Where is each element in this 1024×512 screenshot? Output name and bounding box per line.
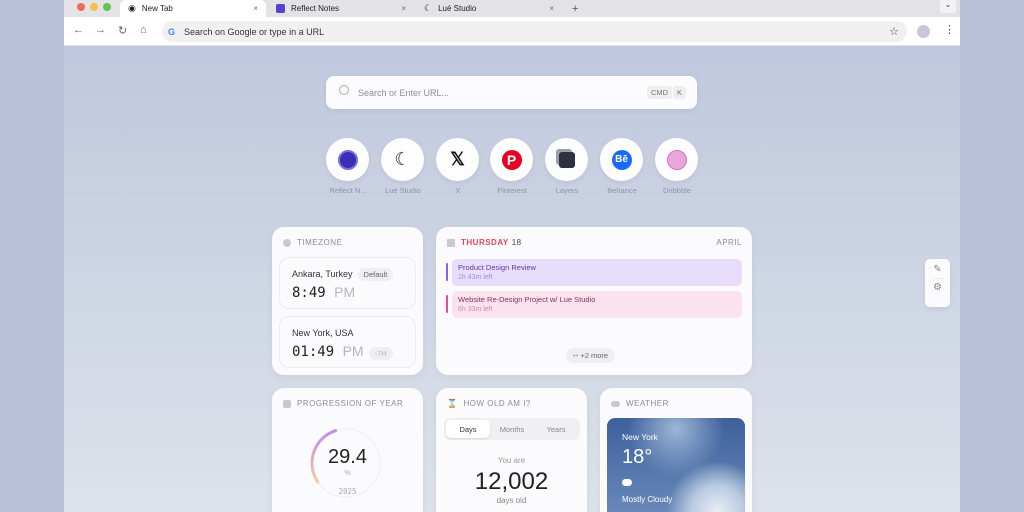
tab-search-chevron-icon[interactable]: ⌄ (940, 0, 956, 13)
moon-icon: ☾ (394, 149, 411, 169)
home-icon[interactable]: ⌂ (140, 24, 147, 36)
toolbar: ← → ↻ ⌂ G Search on Google or type in a U… (64, 17, 960, 46)
tab-months[interactable]: Months (490, 420, 534, 438)
back-icon[interactable]: ← (73, 24, 84, 36)
edit-icon[interactable]: ✎ (925, 264, 950, 275)
timezone-widget: TIMEZONE Ankara, Turkey Default 8:49 PM N… (272, 227, 423, 375)
bookmark-star-icon[interactable]: ☆ (889, 25, 899, 38)
kbd-k: K (673, 86, 687, 99)
search-input[interactable]: Search or Enter URL... CMD K (326, 76, 697, 109)
forward-icon[interactable]: → (95, 24, 106, 36)
behance-icon: Bē (611, 149, 632, 170)
calendar-event[interactable]: Website Re-Design Project w/ Lue Studio 6… (446, 291, 742, 318)
close-tab-icon[interactable]: × (253, 4, 258, 13)
more-menu-icon[interactable]: ⋮ (944, 23, 955, 36)
x-icon: 𝕏 (450, 149, 465, 169)
google-icon: G (168, 26, 176, 37)
calendar-progress-icon (283, 399, 291, 408)
tab-days[interactable]: Days (446, 420, 490, 438)
age-suffix: days old (496, 496, 527, 505)
shortcut-behance[interactable]: Bē Behance (600, 138, 644, 195)
year-progress-widget: PROGRESSION OF YEAR 29.4 % 2025 (272, 388, 423, 512)
weather-card[interactable]: New York 18° Mostly Cloudy (607, 418, 745, 512)
new-tab-button[interactable]: + (564, 0, 586, 17)
reload-icon[interactable]: ↻ (118, 24, 127, 37)
shortcut-x[interactable]: 𝕏X (436, 138, 480, 195)
shortcut-layers[interactable]: Layers (545, 138, 589, 195)
address-bar[interactable]: G Search on Google or type in a URL ☆ (162, 21, 907, 42)
hourglass-icon: ⌛ (447, 399, 458, 408)
reflect-icon (337, 149, 358, 170)
close-window-button[interactable] (77, 3, 85, 11)
shortcut-dribbble[interactable]: Dribbble (655, 138, 699, 195)
search-icon (339, 85, 349, 95)
profile-avatar[interactable] (917, 25, 930, 38)
timezone-new-york[interactable]: New York, USA 01:49 PM -7H (279, 316, 416, 368)
moon-icon: ☾ (424, 3, 433, 13)
age-widget: ⌛ HOW OLD AM I? Days Months Years You are… (436, 388, 587, 512)
layers-icon (558, 151, 575, 168)
minimize-window-button[interactable] (90, 3, 98, 11)
side-toolbar: ✎ ⚙ (925, 259, 950, 307)
weather-widget: WEATHER New York 18° Mostly Cloudy (600, 388, 752, 512)
age-unit-tabs: Days Months Years (444, 418, 580, 440)
cloud-icon (611, 400, 620, 407)
default-badge: Default (357, 268, 394, 281)
tab-bar: ◉ New Tab × Reflect Notes × ☾ Lué Studio × + … (64, 0, 960, 17)
browser-window: ◉ New Tab × Reflect Notes × ☾ Lué Studio × + … (64, 0, 960, 512)
tab-reflect-notes[interactable]: Reflect Notes × (268, 0, 414, 17)
calendar-icon (447, 238, 455, 247)
calendar-widget: THURSDAY 18 APRIL Product Design Review 1h… (436, 227, 752, 375)
settings-gear-icon[interactable]: ⚙ (925, 282, 950, 293)
calendar-event[interactable]: Product Design Review 1h 43m left (446, 259, 742, 286)
shortcut-lue-studio[interactable]: ☾ Lué Studio (381, 138, 425, 195)
tab-lue-studio[interactable]: ☾ Lué Studio × (416, 0, 562, 17)
tab-years[interactable]: Years (534, 420, 578, 438)
offset-badge: -7H (368, 347, 393, 360)
maximize-window-button[interactable] (103, 3, 111, 11)
shortcut-reflect[interactable]: Reflect N... (326, 138, 370, 195)
dribbble-icon (666, 149, 687, 170)
more-events-button[interactable]: •• +2 more (566, 348, 616, 363)
cloud-icon (622, 479, 632, 486)
timezone-ankara[interactable]: Ankara, Turkey Default 8:49 PM (279, 257, 416, 309)
clock-icon (283, 238, 291, 247)
pinterest-icon: P (501, 149, 522, 170)
shortcut-pinterest[interactable]: P Pinterest (490, 138, 534, 195)
close-tab-icon[interactable]: × (549, 4, 554, 13)
close-tab-icon[interactable]: × (401, 4, 406, 13)
tab-new-tab[interactable]: ◉ New Tab × (120, 0, 266, 17)
reflect-icon (276, 4, 285, 13)
chrome-icon: ◉ (128, 3, 136, 13)
kbd-cmd: CMD (647, 86, 673, 99)
